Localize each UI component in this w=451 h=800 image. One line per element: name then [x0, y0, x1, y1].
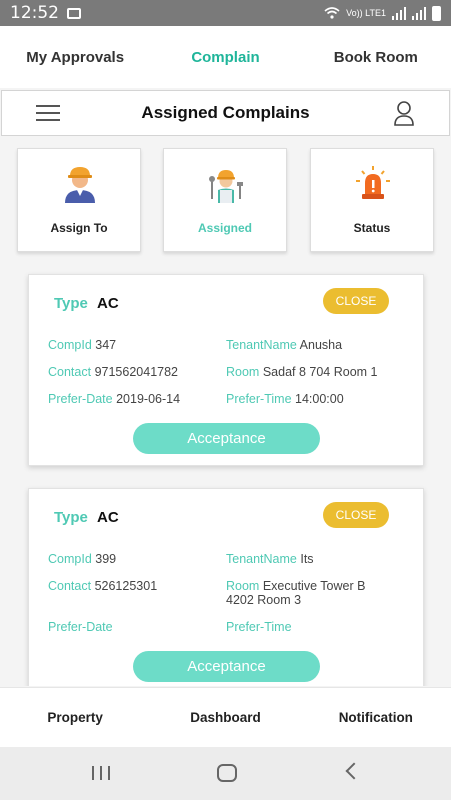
system-nav-bar	[0, 747, 451, 800]
type-label: Type	[54, 295, 88, 312]
complaint-card: Type AC CLOSE CompId 347 TenantName Anus…	[28, 274, 424, 466]
menu-icon[interactable]	[36, 105, 60, 121]
comp-id-row: CompId 399	[48, 552, 116, 566]
prefer-date-label: Prefer-Date	[48, 392, 113, 406]
tab-complain[interactable]: Complain	[150, 26, 300, 88]
network-label: Vo)) LTE1	[346, 8, 386, 18]
prefer-time-row: Prefer-Time 14:00:00	[226, 392, 344, 406]
prefer-time-row: Prefer-Time	[226, 620, 292, 634]
acceptance-button[interactable]: Acceptance	[133, 423, 320, 454]
room-value-line2: 4202 Room 3	[226, 593, 302, 607]
prefer-date-label: Prefer-Date	[48, 620, 113, 634]
comp-id-value: 399	[95, 552, 117, 566]
tile-status[interactable]: Status	[310, 148, 434, 252]
contact-row: Contact 971562041782	[48, 365, 178, 379]
close-button[interactable]: CLOSE	[323, 502, 389, 528]
comp-id-label: CompId	[48, 552, 92, 566]
tile-assigned[interactable]: Assigned	[163, 148, 287, 252]
image-notification-icon	[67, 7, 81, 19]
prefer-date-row: Prefer-Date	[48, 620, 113, 634]
tile-label: Assign To	[50, 221, 108, 235]
tile-assign-to[interactable]: Assign To	[17, 148, 141, 252]
signal-icon	[392, 6, 406, 20]
contact-label: Contact	[48, 365, 92, 379]
home-icon[interactable]	[217, 764, 237, 782]
close-button[interactable]: CLOSE	[323, 288, 389, 314]
tenant-name-label: TenantName	[226, 552, 297, 566]
siren-icon	[356, 166, 390, 199]
contact-label: Contact	[48, 579, 92, 593]
category-tiles: Assign To Assigned Status	[17, 148, 434, 252]
prefer-time-label: Prefer-Time	[226, 392, 292, 406]
worker-tools-icon	[209, 170, 243, 203]
nav-property[interactable]: Property	[0, 688, 150, 747]
tab-book-room[interactable]: Book Room	[301, 26, 451, 88]
wifi-icon	[324, 7, 340, 19]
room-row: Room Executive Tower B 4202 Room 3	[226, 579, 406, 607]
page-header: Assigned Complains	[1, 90, 450, 136]
prefer-date-row: Prefer-Date 2019-06-14	[48, 392, 180, 406]
complaint-card: Type AC CLOSE CompId 399 TenantName Its …	[28, 488, 424, 686]
battery-icon	[432, 5, 441, 21]
room-row: Room Sadaf 8 704 Room 1	[226, 365, 406, 379]
page-title: Assigned Complains	[141, 103, 310, 122]
type-value: AC	[97, 295, 119, 312]
type-value: AC	[97, 509, 119, 526]
contact-value: 971562041782	[94, 365, 179, 379]
room-value: Sadaf 8 704 Room 1	[262, 365, 378, 379]
signal-2-icon	[412, 6, 426, 20]
type-label: Type	[54, 509, 88, 526]
room-value: Executive Tower B	[262, 579, 366, 593]
recents-icon[interactable]	[92, 766, 110, 780]
prefer-time-value: 14:00:00	[295, 392, 344, 406]
status-icons: Vo)) LTE1	[324, 5, 441, 21]
status-bar: 12:52 Vo)) LTE1	[0, 0, 451, 26]
bottom-nav: Property Dashboard Notification	[0, 687, 451, 747]
top-tabs: My Approvals Complain Book Room	[0, 26, 451, 88]
tenant-name-row: TenantName Its	[226, 552, 314, 566]
tab-my-approvals[interactable]: My Approvals	[0, 26, 150, 88]
tile-label: Assigned	[197, 221, 252, 235]
comp-id-label: CompId	[48, 338, 92, 352]
worker-icon	[65, 167, 95, 203]
complaint-list[interactable]: Type AC CLOSE CompId 347 TenantName Anus…	[0, 262, 451, 686]
tenant-name-label: TenantName	[226, 338, 297, 352]
comp-id-row: CompId 347	[48, 338, 116, 352]
prefer-time-label: Prefer-Time	[226, 620, 292, 634]
tenant-name-row: TenantName Anusha	[226, 338, 342, 352]
comp-id-value: 347	[95, 338, 117, 352]
contact-value: 526125301	[94, 579, 158, 593]
acceptance-button[interactable]: Acceptance	[133, 651, 320, 682]
room-label: Room	[226, 365, 260, 379]
nav-notification[interactable]: Notification	[301, 688, 451, 747]
tile-label: Status	[353, 221, 391, 235]
contact-row: Contact 526125301	[48, 579, 157, 593]
back-icon[interactable]	[345, 762, 363, 780]
tenant-name-value: Its	[300, 552, 314, 566]
user-icon[interactable]	[393, 100, 415, 126]
nav-dashboard[interactable]: Dashboard	[150, 688, 300, 747]
prefer-date-value: 2019-06-14	[116, 392, 181, 406]
tenant-name-value: Anusha	[299, 338, 343, 352]
status-time: 12:52	[10, 3, 59, 23]
room-label: Room	[226, 579, 260, 593]
